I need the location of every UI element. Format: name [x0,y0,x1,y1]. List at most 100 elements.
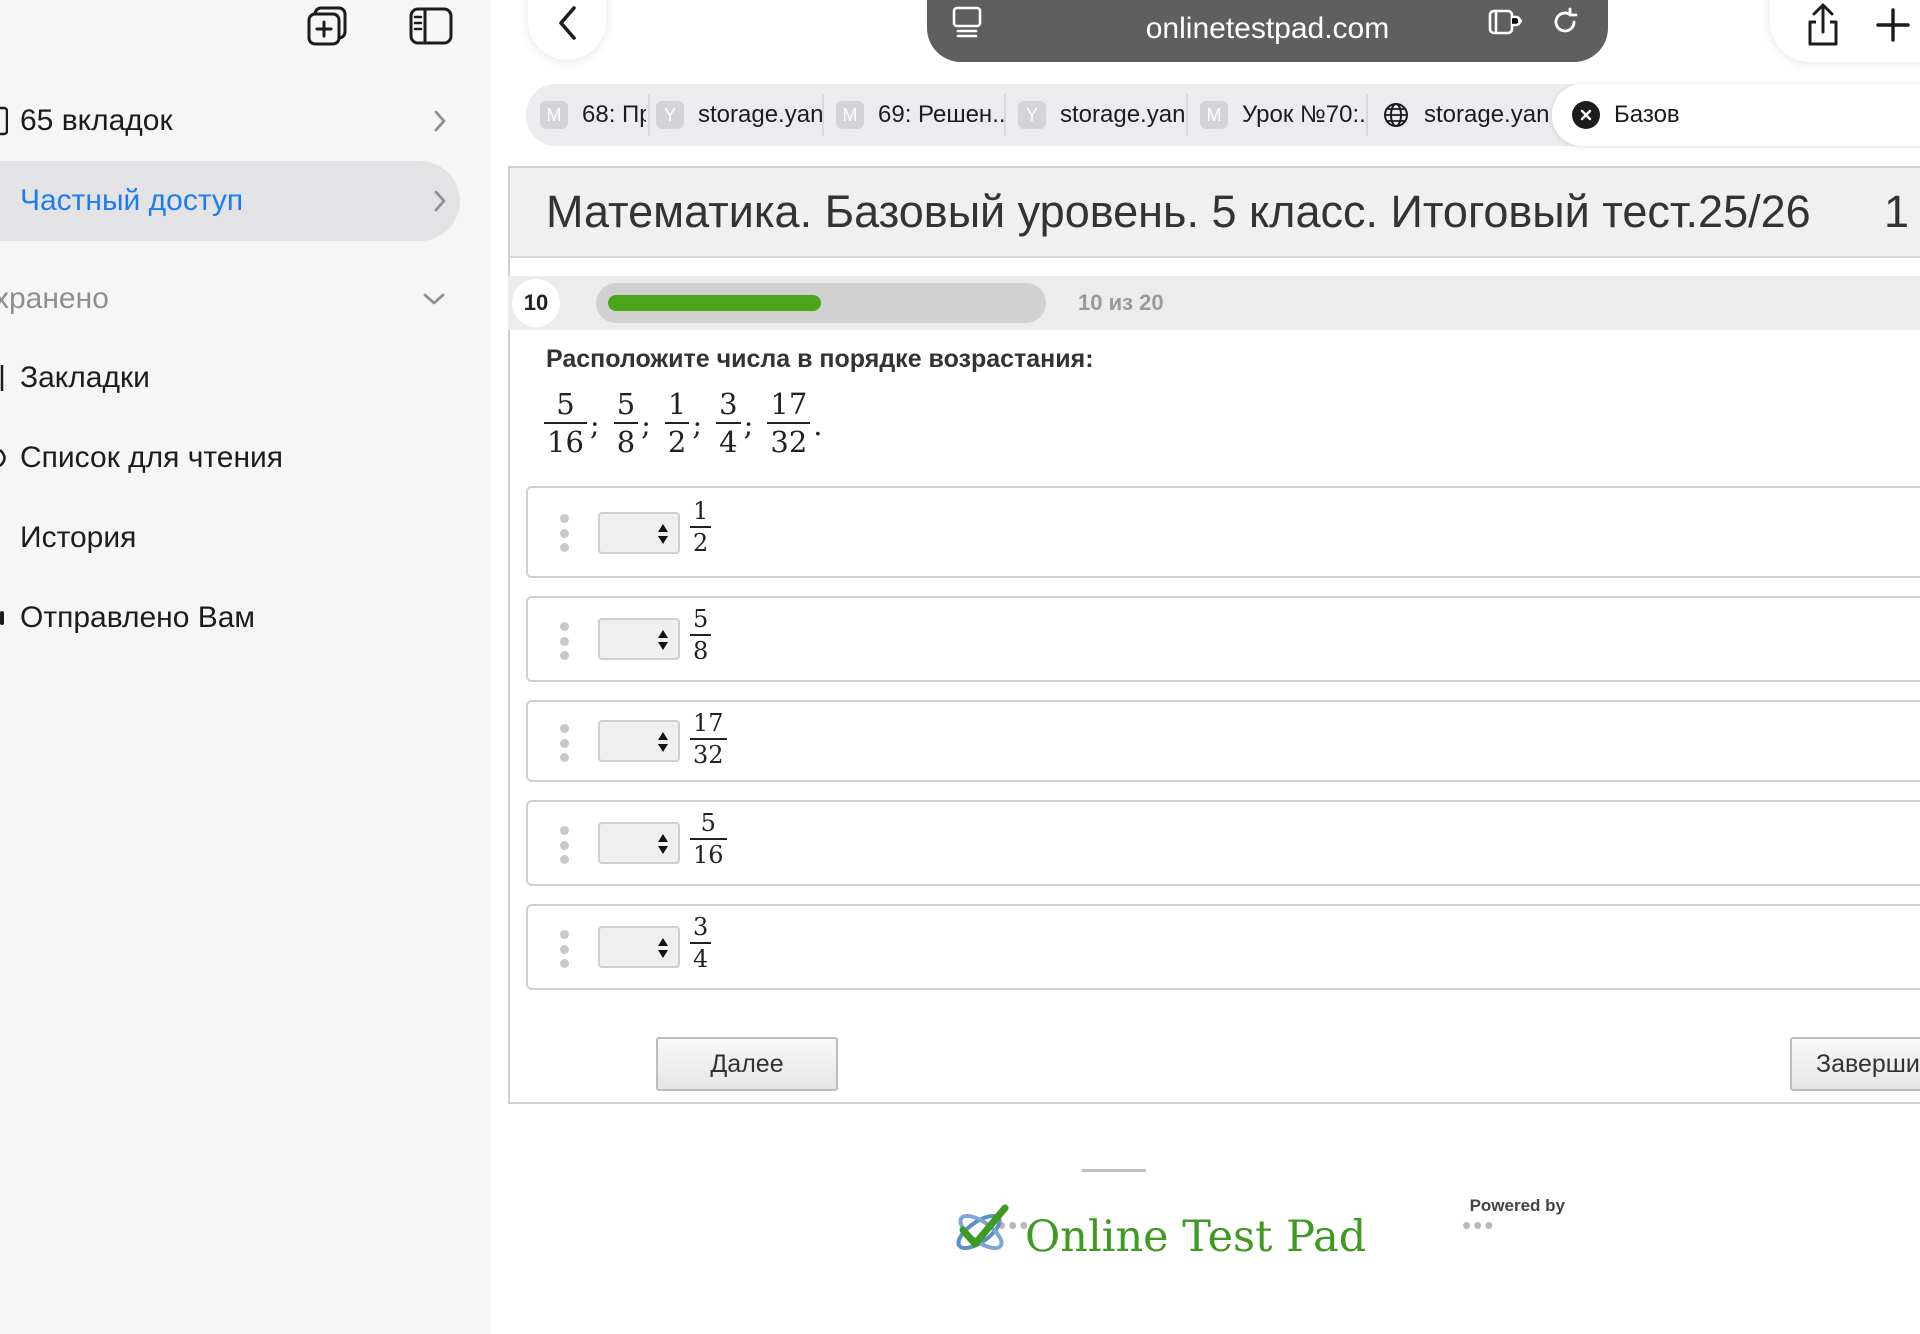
page-title: Математика. Базовый уровень. 5 класс. Ит… [546,186,1811,237]
sidebar-item-shared-with-you[interactable]: Отправлено Вам [0,578,460,658]
sidebar-item-label: История [20,521,137,554]
sidebar-item-private[interactable]: Частный доступ [0,161,460,241]
drag-handle-icon[interactable] [560,930,570,968]
sidebar-item-tabs[interactable]: 65 вкладок [0,81,460,161]
toolbar-actions [1770,0,1920,62]
favicon: Y [656,101,684,129]
question-number: 10 [512,279,560,327]
sidebar-section-saved[interactable]: хранено [0,259,454,339]
progress-row: 10 10 из 20 [508,276,1920,330]
answer-row[interactable]: 34 [526,904,1920,990]
reload-icon[interactable] [1545,2,1585,42]
tab[interactable]: Y storage.yan... [1018,84,1186,146]
tab-label: 69: Решен... [878,101,1004,128]
answer-row[interactable]: 17 32 [526,700,1920,782]
given-numbers: 5 16; 5 8; 1 2; 3 4; 17 32. [544,386,837,460]
answer-row[interactable]: 58 [526,596,1920,682]
shared-icon [0,611,20,625]
select-arrows-icon [658,938,668,958]
order-select[interactable] [598,720,680,762]
chevron-left-icon [559,6,576,40]
answer-row[interactable]: 12 [526,486,1920,578]
fraction: 5 16 [544,386,587,460]
tab-label: Базов [1614,101,1680,128]
chevron-right-icon [420,189,460,213]
order-select[interactable] [598,822,680,864]
tab[interactable]: М 69: Решен... [836,84,1004,146]
tab[interactable]: М 68: Пр [540,84,646,146]
address-bar[interactable]: onlinetestpad.com [927,0,1608,62]
test-header: Математика. Базовый уровень. 5 класс. Ит… [510,168,1920,258]
answer-row[interactable]: 5 16 [526,800,1920,886]
next-button[interactable]: Далее [656,1037,838,1091]
answer-fraction: 12 [690,496,712,558]
drag-handle-icon[interactable] [560,724,570,762]
tab-label: storage.yan... [1424,101,1548,128]
new-tab-plus-icon[interactable] [1868,0,1918,52]
sidebar-toggle-icon[interactable] [408,4,454,48]
screen: 65 вкладок Частный доступ хранено Заклад… [0,0,1920,1334]
tab[interactable]: М Урок №70:... [1200,84,1366,146]
fraction: 12 [664,386,690,460]
tab-label: Урок №70:... [1242,101,1366,128]
sidebar-item-label: 65 вкладок [20,104,173,137]
bookmarks-icon [0,363,20,393]
sidebar-item-label: Отправлено Вам [20,601,256,634]
select-arrows-icon [658,732,668,752]
order-select[interactable] [598,618,680,660]
new-tab-group-icon[interactable] [304,4,350,48]
answer-fraction: 34 [690,912,712,974]
share-icon[interactable] [1798,0,1848,52]
answer-fraction: 58 [690,604,712,666]
page-title-overflow: 1 [1884,186,1910,237]
progress-bar [596,283,1046,323]
sidebar-item-label: Частный доступ [20,184,244,217]
tab[interactable]: storage.yan... [1382,84,1548,146]
tab-active[interactable]: Базов [1552,84,1920,146]
browser-main: onlinetestpad.com М 68: Пр Y storage.yan… [490,0,1920,1334]
progress-count: 10 из 20 [1078,290,1164,315]
close-tab-icon[interactable] [1572,101,1600,129]
drag-handle-icon[interactable] [560,514,570,552]
answer-fraction: 5 16 [690,808,727,870]
finish-button[interactable]: Заверши [1790,1037,1920,1091]
order-select[interactable] [598,926,680,968]
drag-handle-icon[interactable] [560,826,570,864]
back-button[interactable] [528,0,606,60]
sidebar-item-label: Список для чтения [20,441,284,474]
tab-label: 68: Пр [582,101,646,128]
footer-divider [1082,1169,1146,1172]
tab-strip: М 68: Пр Y storage.yan... М 69: Решен...… [526,84,1920,146]
order-select[interactable] [598,512,680,554]
chevron-right-icon [420,109,460,133]
tab-label: storage.yan... [1060,101,1186,128]
fraction: 58 [613,386,639,460]
progress-bar-fill [608,295,821,311]
extension-icon[interactable] [1487,2,1527,42]
drag-handle-icon[interactable] [560,622,570,660]
favicon: М [540,101,568,129]
sidebar-item-bookmarks[interactable]: Закладки [0,338,460,418]
sidebar-item-label: Закладки [20,361,150,394]
tabs-icon [0,106,20,136]
brand-name[interactable]: Online Test Pad [1025,1212,1366,1262]
favicon: М [836,101,864,129]
reading-list-icon [0,445,20,471]
online-test-pad-logo-icon[interactable] [949,1200,1017,1260]
sidebar: 65 вкладок Частный доступ хранено Заклад… [0,0,490,1334]
chevron-down-icon [414,292,454,306]
sidebar-item-history[interactable]: История [0,498,460,578]
sidebar-item-reading-list[interactable]: Список для чтения [0,418,460,498]
select-arrows-icon [658,834,668,854]
answer-fraction: 17 32 [690,708,727,770]
favicon: Y [1018,101,1046,129]
tab-label: storage.yan... [698,101,822,128]
globe-icon [1382,101,1410,129]
favicon: М [1200,101,1228,129]
fraction: 34 [716,386,741,460]
sidebar-section-label: хранено [0,282,109,315]
fraction: 17 32 [767,386,811,460]
select-arrows-icon [658,630,668,650]
tab[interactable]: Y storage.yan... [656,84,822,146]
question-text: Расположите числа в порядке возрастания: [546,345,1094,373]
